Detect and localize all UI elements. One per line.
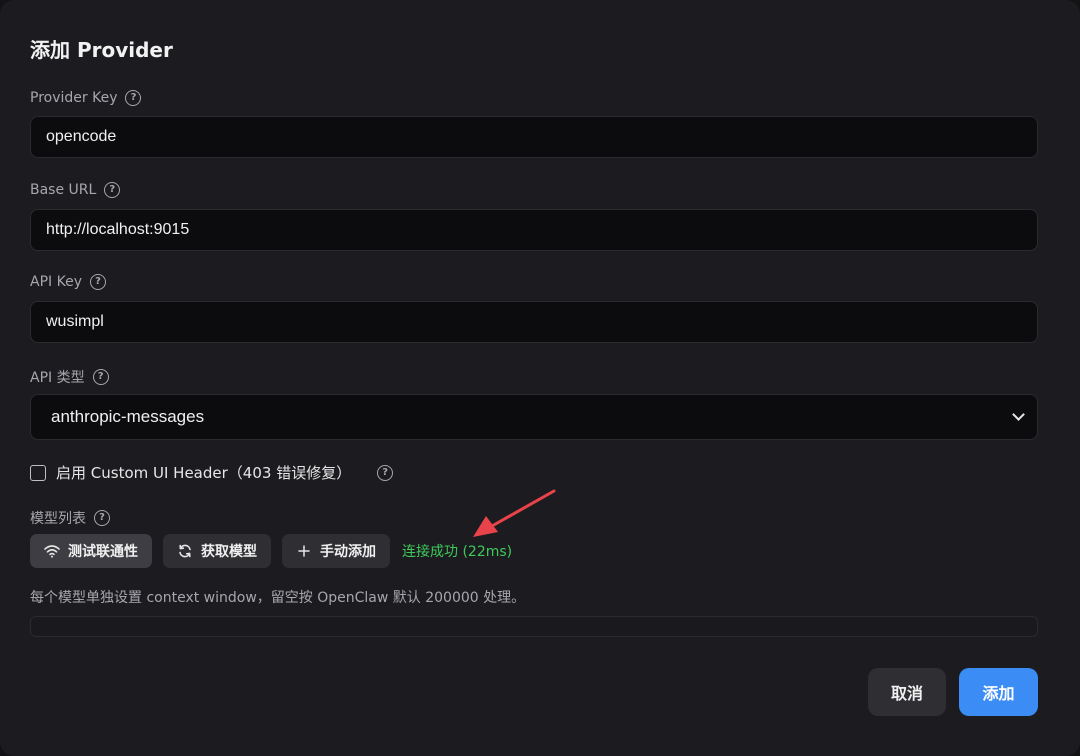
base-url-input[interactable]: [30, 209, 1038, 251]
question-circle-icon[interactable]: ?: [92, 369, 109, 385]
api-type-selected-value: anthropic-messages: [51, 407, 205, 426]
add-provider-dialog: 添加 Provider Provider Key ? Base URL ? AP…: [0, 0, 1080, 756]
refresh-icon: [179, 544, 191, 558]
custom-header-row: 启用 Custom UI Header（403 错误修复） ?: [30, 462, 394, 483]
question-circle-icon[interactable]: ?: [125, 90, 142, 106]
models-hint: 每个模型单独设置 context window，留空按 OpenClaw 默认 …: [30, 590, 526, 606]
provider-key-label-text: Provider Key: [30, 90, 118, 106]
base-url-label-text: Base URL: [30, 182, 97, 198]
api-type-label: API 类型 ?: [30, 367, 109, 387]
manual-add-label: 手动添加: [320, 543, 376, 559]
question-circle-icon[interactable]: ?: [94, 510, 110, 526]
api-type-select[interactable]: anthropic-messages: [30, 394, 1038, 440]
dialog-title: 添加 Provider: [30, 38, 173, 62]
question-circle-icon[interactable]: ?: [104, 182, 121, 198]
wifi-icon: [44, 545, 60, 558]
manual-add-button[interactable]: 手动添加: [282, 534, 390, 568]
fetch-models-label: 获取模型: [201, 543, 257, 559]
provider-key-input[interactable]: [30, 116, 1038, 158]
connection-status: 连接成功 (22ms): [402, 544, 513, 560]
api-key-input[interactable]: [30, 301, 1038, 343]
chevron-down-icon: [1012, 408, 1025, 421]
question-circle-icon[interactable]: ?: [89, 274, 106, 290]
custom-header-checkbox[interactable]: [30, 464, 46, 481]
api-type-label-text: API 类型: [30, 370, 85, 386]
annotation-arrow: [473, 489, 556, 537]
test-connection-label: 测试联通性: [68, 543, 138, 559]
models-toolbar: 测试联通性 获取模型 手动添加 连接成功 (22ms): [30, 534, 512, 568]
api-key-label-text: API Key: [30, 274, 82, 290]
provider-key-label: Provider Key ?: [30, 90, 142, 106]
models-list[interactable]: [30, 616, 1038, 637]
models-label: 模型列表 ?: [30, 508, 110, 528]
api-key-label: API Key ?: [30, 274, 106, 290]
test-connection-button[interactable]: 测试联通性: [30, 534, 152, 568]
fetch-models-button[interactable]: 获取模型: [163, 534, 271, 568]
custom-header-label[interactable]: 启用 Custom UI Header（403 错误修复）: [56, 462, 351, 483]
plus-icon: [298, 545, 310, 557]
question-circle-icon[interactable]: ?: [377, 464, 394, 481]
models-label-text: 模型列表: [30, 511, 86, 527]
cancel-button[interactable]: 取消: [868, 668, 946, 716]
base-url-label: Base URL ?: [30, 182, 121, 198]
add-button[interactable]: 添加: [959, 668, 1038, 716]
